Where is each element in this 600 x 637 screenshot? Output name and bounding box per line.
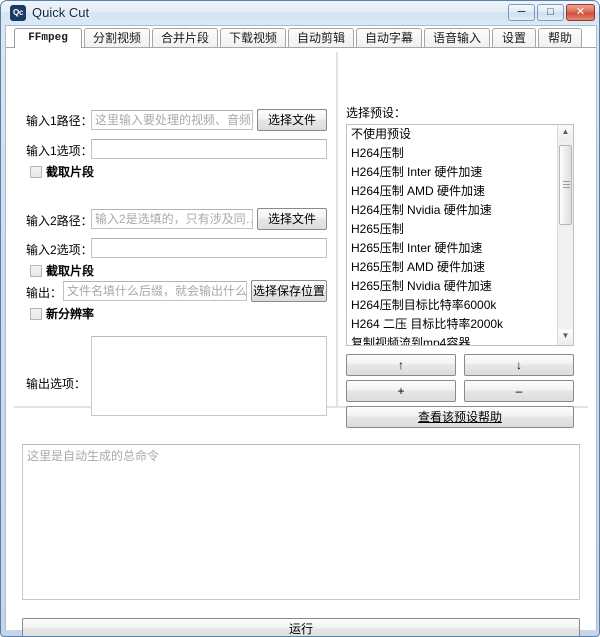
- preset-list-item[interactable]: H264压制 Nvidia 硬件加速: [347, 201, 573, 220]
- tab-label: FFmpeg: [28, 32, 68, 44]
- input1-browse-button[interactable]: 选择文件: [257, 109, 327, 131]
- tab-label: 自动字幕: [365, 31, 413, 45]
- app-window: Qc Quick Cut – □ ✕ FFmpeg 分割视频 合并片段 下载视频 自动剪…: [0, 0, 600, 637]
- input2-options-input[interactable]: [91, 238, 327, 258]
- output-path-placeholder: 文件名填什么后缀，就会输出什么…: [67, 284, 247, 298]
- tab-label: 帮助: [548, 31, 572, 45]
- input2-path-label: 输入2路径：: [26, 214, 93, 228]
- command-placeholder: 这里是自动生成的总命令: [27, 449, 159, 463]
- checkbox-box-icon: [30, 308, 42, 320]
- tab-ffmpeg[interactable]: FFmpeg: [14, 28, 82, 48]
- close-button[interactable]: ✕: [566, 4, 595, 21]
- output-browse-button[interactable]: 选择保存位置: [251, 280, 327, 302]
- command-textarea[interactable]: 这里是自动生成的总命令: [22, 444, 580, 600]
- run-button[interactable]: 运行: [22, 618, 580, 637]
- panel-divider-vertical: [336, 52, 338, 406]
- scroll-up-icon[interactable]: ▲: [558, 125, 573, 141]
- preset-list-item[interactable]: H264压制: [347, 144, 573, 163]
- tab-help[interactable]: 帮助: [538, 28, 582, 48]
- app-icon-quickcut: Qc: [10, 5, 26, 21]
- tab-label: 下载视频: [229, 31, 277, 45]
- preset-list-item[interactable]: H264压制目标比特率6000k: [347, 296, 573, 315]
- scroll-down-icon[interactable]: ▼: [558, 329, 573, 345]
- preset-list-item[interactable]: H265压制 Nvidia 硬件加速: [347, 277, 573, 296]
- input2-browse-button[interactable]: 选择文件: [257, 208, 327, 230]
- close-icon: ✕: [567, 5, 594, 20]
- input1-path-placeholder: 这里输入要处理的视频、音频…: [95, 113, 253, 127]
- preset-list-item[interactable]: H264 二压 目标比特率2000k: [347, 315, 573, 334]
- preset-list-item[interactable]: H265压制 AMD 硬件加速: [347, 258, 573, 277]
- input2-path-placeholder: 输入2是选填的，只有涉及同…: [95, 212, 253, 226]
- preset-add-button[interactable]: +: [346, 380, 456, 402]
- tab-label: 合并片段: [161, 31, 209, 45]
- preset-scrollbar[interactable]: ▲ ▼: [557, 125, 573, 345]
- output-options-textarea[interactable]: [91, 336, 327, 416]
- preset-help-button[interactable]: 查看该预设帮助: [346, 406, 574, 428]
- tab-panel-ffmpeg: 输入1路径： 这里输入要处理的视频、音频… 选择文件 输入1选项： 截取片段 输…: [6, 48, 596, 629]
- preset-listbox[interactable]: 不使用预设H264压制H264压制 Inter 硬件加速H264压制 AMD 硬…: [346, 124, 574, 346]
- maximize-icon: □: [538, 5, 563, 20]
- tab-download-video[interactable]: 下载视频: [220, 28, 286, 48]
- tab-label: 自动剪辑: [297, 31, 345, 45]
- input1-clip-checkbox-label: 截取片段: [46, 165, 94, 179]
- checkbox-box-icon: [30, 166, 42, 178]
- maximize-button[interactable]: □: [537, 4, 564, 21]
- input2-path-input[interactable]: 输入2是选填的，只有涉及同…: [91, 209, 253, 229]
- window-title: Quick Cut: [32, 5, 89, 21]
- tab-auto-subtitle[interactable]: 自动字幕: [356, 28, 422, 48]
- preset-heading: 选择预设：: [346, 106, 406, 120]
- input2-clip-checkbox-label: 截取片段: [46, 264, 94, 278]
- input2-options-label: 输入2选项：: [26, 243, 93, 257]
- title-bar: Qc Quick Cut – □ ✕: [1, 1, 600, 25]
- preset-list-item[interactable]: H265压制: [347, 220, 573, 239]
- preset-list-item[interactable]: 不使用预设: [347, 125, 573, 144]
- input1-options-input[interactable]: [91, 139, 327, 159]
- minimize-icon: –: [509, 5, 534, 20]
- preset-list-item[interactable]: H264压制 Inter 硬件加速: [347, 163, 573, 182]
- preset-list-item[interactable]: 复制视频流到mp4容器: [347, 334, 573, 346]
- output-path-input[interactable]: 文件名填什么后缀，就会输出什么…: [63, 281, 247, 301]
- input1-options-label: 输入1选项：: [26, 144, 93, 158]
- preset-list-item[interactable]: H265压制 Inter 硬件加速: [347, 239, 573, 258]
- preset-move-up-button[interactable]: ↑: [346, 354, 456, 376]
- tab-settings[interactable]: 设置: [492, 28, 536, 48]
- tab-merge-clips[interactable]: 合并片段: [152, 28, 218, 48]
- output-label: 输出：: [26, 286, 62, 300]
- preset-help-label: 查看该预设帮助: [418, 410, 502, 424]
- output-options-label: 输出选项：: [26, 377, 86, 391]
- new-resolution-checkbox-label: 新分辨率: [46, 307, 94, 321]
- new-resolution-checkbox[interactable]: 新分辨率: [30, 305, 94, 319]
- tab-bar: FFmpeg 分割视频 合并片段 下载视频 自动剪辑 自动字幕 语音输入 设置 帮助: [6, 26, 596, 48]
- input1-path-label: 输入1路径：: [26, 114, 93, 128]
- preset-items-container: 不使用预设H264压制H264压制 Inter 硬件加速H264压制 AMD 硬…: [347, 125, 573, 346]
- input2-clip-checkbox[interactable]: 截取片段: [30, 262, 94, 276]
- active-tab-underline-mask: [15, 47, 81, 48]
- checkbox-box-icon: [30, 265, 42, 277]
- input1-path-input[interactable]: 这里输入要处理的视频、音频…: [91, 110, 253, 130]
- input1-clip-checkbox[interactable]: 截取片段: [30, 163, 94, 177]
- tab-label: 分割视频: [93, 31, 141, 45]
- tab-voice-input[interactable]: 语音输入: [424, 28, 490, 48]
- preset-list-item[interactable]: H264压制 AMD 硬件加速: [347, 182, 573, 201]
- preset-move-down-button[interactable]: ↓: [464, 354, 574, 376]
- scrollbar-thumb[interactable]: [559, 145, 572, 225]
- client-area: FFmpeg 分割视频 合并片段 下载视频 自动剪辑 自动字幕 语音输入 设置 帮助 输入1路径…: [5, 25, 597, 630]
- tab-label: 设置: [502, 31, 526, 45]
- tab-split-video[interactable]: 分割视频: [84, 28, 150, 48]
- scrollbar-grip-icon: [563, 181, 570, 188]
- preset-remove-button[interactable]: –: [464, 380, 574, 402]
- tab-label: 语音输入: [433, 31, 481, 45]
- tab-auto-edit[interactable]: 自动剪辑: [288, 28, 354, 48]
- minimize-button[interactable]: –: [508, 4, 535, 21]
